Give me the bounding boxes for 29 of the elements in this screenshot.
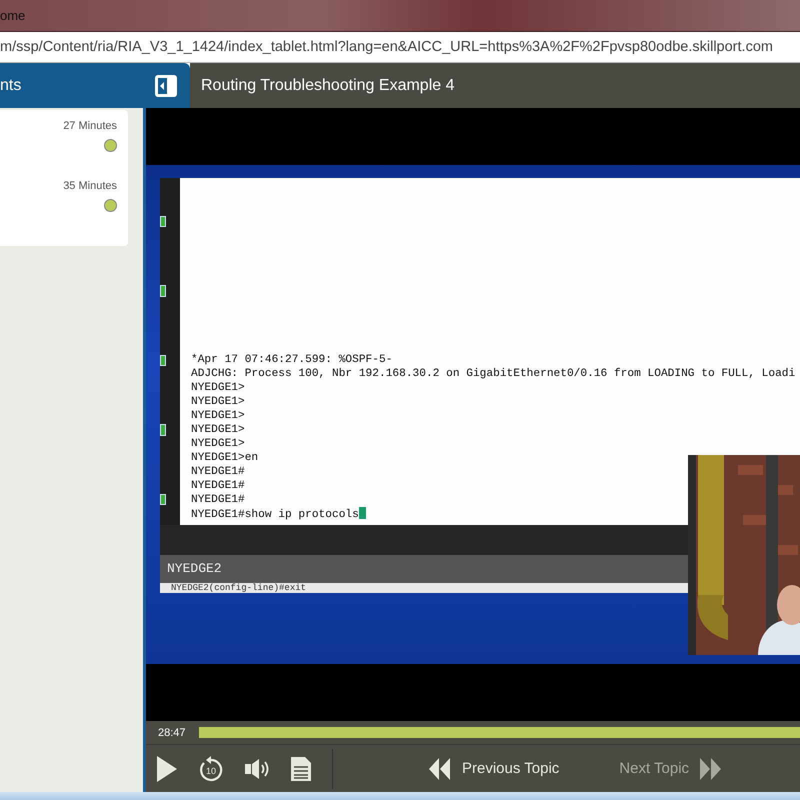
play-icon[interactable]: [156, 754, 178, 783]
video-title: Routing Troubleshooting Example 4: [201, 76, 454, 94]
terminal-line: NYEDGE1#: [191, 480, 245, 492]
rewind-icon: [428, 756, 452, 781]
duration-label: 27 Minutes: [63, 120, 117, 132]
terminal-line: *Apr 17 07:46:27.599: %OSPF-5-: [191, 354, 392, 366]
terminal-line: NYEDGE1>: [191, 424, 245, 436]
window-title: ome: [0, 8, 26, 23]
terminal-line: NYEDGE1#show ip protocols: [191, 508, 359, 521]
terminal-line: NYEDGE1>: [191, 382, 245, 394]
fast-forward-icon: [699, 756, 724, 781]
replay-10-button[interactable]: 10: [198, 754, 224, 783]
sidebar-title: nts: [0, 76, 22, 94]
terminal-line: ADJCHG: Process 100, Nbr 192.168.30.2 on GigabitEthernet0/0.16 from LOADING to FULL, Loadi: [191, 368, 796, 380]
terminal-line: NYEDGE1>en: [191, 452, 258, 464]
terminal-line: NYEDGE1>: [191, 396, 245, 408]
terminal-line: NYEDGE1#: [191, 494, 245, 506]
text-cursor: [358, 506, 366, 519]
address-bar-url[interactable]: m/ssp/Content/ria/RIA_V3_1_1424/index_tablet.html?lang=en&AICC_URL=https%3A%2F%2Fpvsp80odbe.skillport.com: [0, 39, 773, 55]
terminal-line: NYEDGE1#: [191, 466, 245, 478]
terminal-line: NYEDGE1>: [191, 438, 245, 450]
transcript-icon[interactable]: [290, 756, 312, 782]
progress-fill[interactable]: [198, 727, 800, 738]
duration-label: 35 Minutes: [63, 180, 117, 192]
terminal-line: NYEDGE1>: [191, 410, 245, 422]
volume-icon[interactable]: [244, 758, 270, 780]
previous-topic-button[interactable]: Previous Topic: [428, 756, 560, 781]
collapse-sidebar-icon[interactable]: [154, 74, 178, 98]
elapsed-time: 28:47: [158, 726, 186, 739]
